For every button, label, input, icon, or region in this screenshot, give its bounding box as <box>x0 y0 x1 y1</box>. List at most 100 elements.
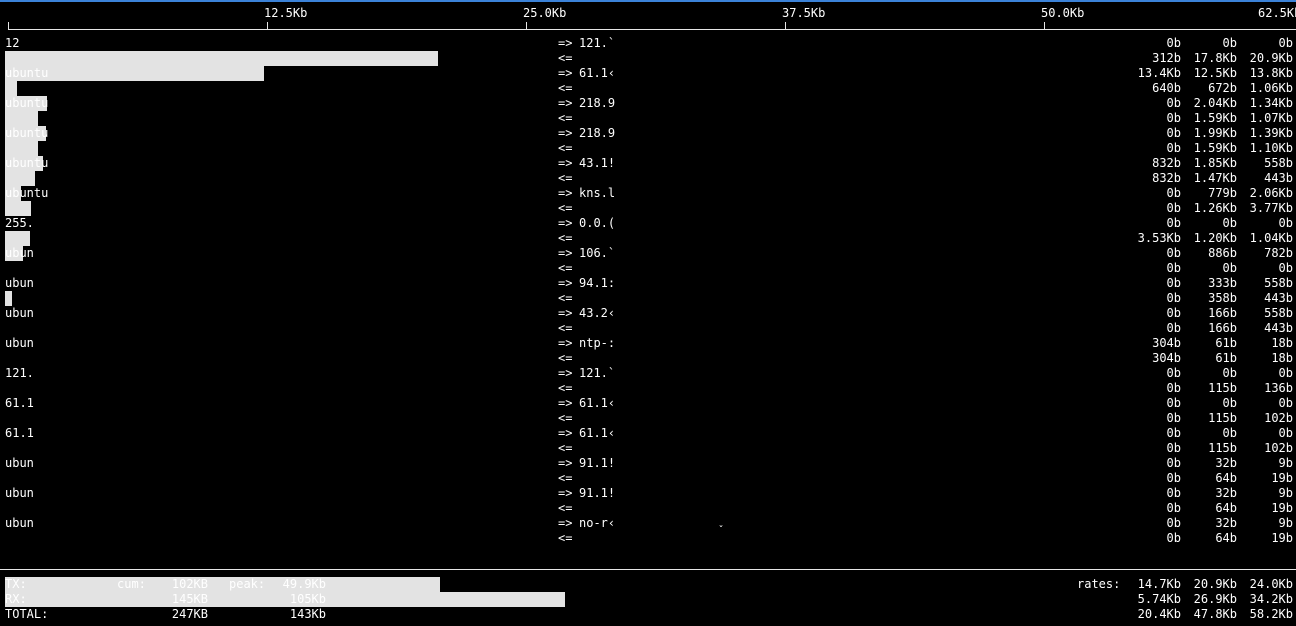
rx-rate-value: 0b <box>1166 441 1181 455</box>
destination-host[interactable]: 61.1‹ <box>579 426 615 441</box>
destination-host[interactable]: kns.l <box>579 186 615 201</box>
tx-arrow: => <box>558 156 573 170</box>
source-host[interactable]: 255. <box>5 216 34 231</box>
rx-rate-bar <box>5 141 38 156</box>
tx-rate-value: 1.99Kb <box>1193 126 1237 140</box>
destination-host[interactable]: 43.1! <box>579 156 615 171</box>
tx-rate-value: 1.34Kb <box>1249 96 1293 110</box>
destination-host[interactable]: 0.0.( <box>579 216 615 231</box>
tx-rate-value: 304b <box>1152 336 1181 350</box>
rx-rate-value: 1.59Kb <box>1193 141 1237 155</box>
tx-rate-value: 1.85Kb <box>1193 156 1237 170</box>
source-host[interactable]: ubuntu <box>5 186 48 201</box>
source-host[interactable]: ubuntu <box>5 126 48 141</box>
rx-arrow: <= <box>558 411 573 425</box>
rx-rate-value: 20.9Kb <box>1249 51 1293 65</box>
rx-rate-bar <box>5 111 38 126</box>
tx-arrow: => <box>558 96 573 110</box>
total-label: TOTAL: <box>5 607 49 621</box>
destination-host[interactable]: 91.1! <box>579 456 615 471</box>
tx-rate-value: 0b <box>1166 186 1181 200</box>
rx-rate-value: 64b <box>1215 501 1237 515</box>
source-host[interactable]: ubun <box>5 486 34 501</box>
rx-rate-value: 19b <box>1271 501 1293 515</box>
tx-rate-value: 2.04Kb <box>1193 96 1237 110</box>
source-host[interactable]: ubun <box>5 336 34 351</box>
rx-rate-value: 304b <box>1152 351 1181 365</box>
cum-label: cum: <box>117 577 146 591</box>
destination-host[interactable]: 91.1! <box>579 486 615 501</box>
tx-arrow: => <box>558 126 573 140</box>
rx-arrow: <= <box>558 51 573 65</box>
destination-host[interactable]: 218.9 <box>579 126 615 141</box>
scale-tick-label: 50.0Kb <box>1041 6 1085 20</box>
source-host[interactable]: ubun <box>5 456 34 471</box>
rx-rate-value: 1.26Kb <box>1193 201 1237 215</box>
destination-host[interactable]: 61.1‹ <box>579 66 615 81</box>
destination-host[interactable]: 218.9 <box>579 96 615 111</box>
destination-host[interactable]: 106.` <box>579 246 615 261</box>
rx-rate-value: 443b <box>1264 321 1293 335</box>
rx-rate-value: 1.06Kb <box>1249 81 1293 95</box>
tx-arrow: => <box>558 246 573 260</box>
destination-host[interactable]: ntp-: <box>579 336 615 351</box>
tx-rate-value: 0b <box>1166 36 1181 50</box>
rx-rate-value: 832b <box>1152 171 1181 185</box>
tx-rate-value: 0b <box>1278 366 1293 380</box>
tx-label: TX: <box>5 577 27 591</box>
rx-arrow: <= <box>558 321 573 335</box>
source-host[interactable]: ubun <box>5 246 34 261</box>
tx-arrow: => <box>558 516 573 530</box>
rx-rate-value: 64b <box>1215 531 1237 545</box>
source-host[interactable]: ubun <box>5 276 34 291</box>
source-host[interactable]: ubun <box>5 516 34 531</box>
rx-rate-value: 102b <box>1264 411 1293 425</box>
rx-rate-value: 1.07Kb <box>1249 111 1293 125</box>
tx-rate-40s: 24.0Kb <box>1249 577 1293 591</box>
destination-host[interactable]: 43.2‹ <box>579 306 615 321</box>
rx-arrow: <= <box>558 501 573 515</box>
source-host[interactable]: ubuntu <box>5 66 48 81</box>
rx-rate-value: 1.47Kb <box>1193 171 1237 185</box>
source-host[interactable]: 61.1 <box>5 396 34 411</box>
tx-arrow: => <box>558 336 573 350</box>
rx-arrow: <= <box>558 261 573 275</box>
destination-host[interactable]: 121.` <box>579 36 615 51</box>
source-host[interactable]: ubuntu <box>5 156 48 171</box>
tx-rate-value: 0b <box>1166 516 1181 530</box>
tx-arrow: => <box>558 456 573 470</box>
destination-host[interactable]: 121.` <box>579 366 615 381</box>
source-host[interactable]: 61.1 <box>5 426 34 441</box>
rx-arrow: <= <box>558 441 573 455</box>
tx-rate-value: 0b <box>1222 426 1237 440</box>
rx-rate-value: 358b <box>1208 291 1237 305</box>
tx-arrow: => <box>558 66 573 80</box>
source-host[interactable]: 121. <box>5 366 34 381</box>
destination-host[interactable]: 61.1‹ <box>579 396 615 411</box>
rx-rate-value: 136b <box>1264 381 1293 395</box>
tx-rate-value: 32b <box>1215 456 1237 470</box>
tx-arrow: => <box>558 366 573 380</box>
rx-arrow: <= <box>558 351 573 365</box>
tx-rate-value: 9b <box>1278 456 1293 470</box>
total-rate-10s: 47.8Kb <box>1193 607 1237 621</box>
destination-host[interactable]: no-r‹ <box>579 516 615 531</box>
rx-arrow: <= <box>558 381 573 395</box>
rx-arrow: <= <box>558 291 573 305</box>
scale-origin-tick <box>8 22 9 30</box>
tx-rate-value: 0b <box>1278 396 1293 410</box>
rx-rate-value: 0b <box>1166 261 1181 275</box>
source-host[interactable]: ubun <box>5 306 34 321</box>
scale-tick <box>1044 22 1045 30</box>
rx-rate-value: 443b <box>1264 291 1293 305</box>
tx-arrow: => <box>558 306 573 320</box>
source-host[interactable]: 12 <box>5 36 19 51</box>
source-host[interactable]: ubuntu <box>5 96 48 111</box>
rx-rate-value: 0b <box>1166 411 1181 425</box>
rx-rate-value: 18b <box>1271 351 1293 365</box>
destination-host[interactable]: 94.1: <box>579 276 615 291</box>
rx-rate-value: 0b <box>1166 111 1181 125</box>
scale-tick-label: 12.5Kb <box>264 6 308 20</box>
tx-rate-value: 0b <box>1166 366 1181 380</box>
tx-rate-value: 18b <box>1271 336 1293 350</box>
